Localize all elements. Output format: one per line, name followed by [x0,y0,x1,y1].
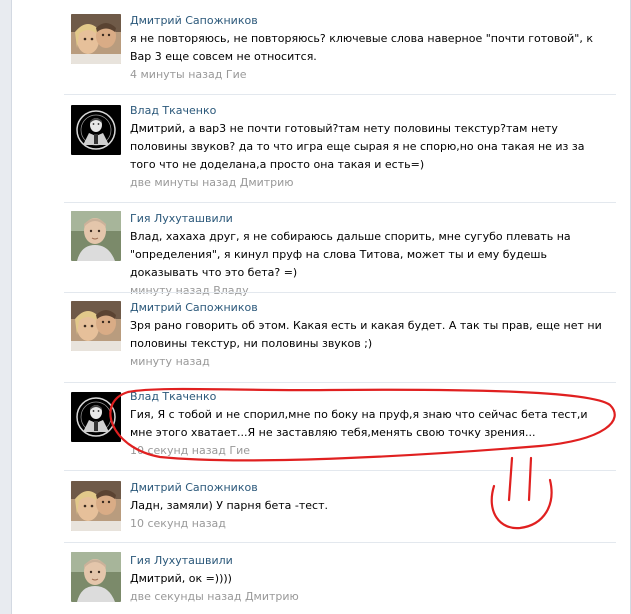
comment-divider [64,470,616,471]
comment-text: Влад, хахаха друг, я не собираюсь дальше… [130,230,571,279]
comment-timestamp[interactable]: 10 секунд назад [130,517,226,530]
comment-divider [64,292,616,293]
comment-author-link[interactable]: Дмитрий Сапожников [130,301,612,315]
comment-item: Дмитрий Сапожников Зря рано говорить об … [64,292,616,380]
comment-reply-to[interactable]: Гие [229,444,250,457]
comment-timestamp[interactable]: две секунды назад [130,590,241,603]
comment-text: Гия, Я с тобой и не спорил,мне по боку н… [130,408,588,439]
comment-meta: две минуты назад Дмитрию [130,176,612,190]
avatar-anonymous-mask[interactable] [71,105,121,155]
comment-author-link[interactable]: Гия Лухуташвили [130,212,612,226]
left-page-edge [0,0,12,614]
comment-timestamp[interactable]: две минуты назад [130,176,236,189]
avatar-man-photo[interactable] [71,211,121,261]
comment-text: Ладн, замяли) У парня бета -тест. [130,499,328,512]
comment-author-link[interactable]: Дмитрий Сапожников [130,481,612,495]
comment-text: Дмитрий, ок =)))) [130,572,232,585]
avatar-man-photo[interactable] [71,552,121,602]
comment-item: Влад Ткаченко Гия, Я с тобой и не спорил… [64,382,616,468]
comment-item: Дмитрий Сапожников Ладн, замяли) У парня… [64,470,616,538]
comment-text: я не повторяюсь, не повторяюсь? ключевые… [130,32,593,63]
comment-reply-to[interactable]: Гие [226,68,247,81]
avatar-couple-photo[interactable] [71,481,121,531]
comment-timestamp[interactable]: 10 секунд назад [130,444,226,457]
comment-meta: минуту назад [130,355,612,369]
comment-author-link[interactable]: Гия Лухуташвили [130,554,612,568]
comment-divider [64,542,616,543]
comment-meta: 10 секунд назад Гие [130,444,612,458]
comment-meta: две секунды назад Дмитрию [130,590,612,604]
comments-page: Дмитрий Сапожников я не повторяюсь, не п… [0,0,631,614]
comment-divider [64,94,616,95]
comment-author-link[interactable]: Влад Ткаченко [130,390,612,404]
comment-divider [64,382,616,383]
comment-text: Дмитрий, а вар3 не почти готовый?там нет… [130,122,585,171]
comment-meta: 4 минуты назад Гие [130,68,612,82]
comment-divider [64,202,616,203]
comment-item: Гия Лухуташвили Дмитрий, ок =)))) две се… [64,542,616,614]
comment-author-link[interactable]: Дмитрий Сапожников [130,14,612,28]
comment-reply-to[interactable]: Дмитрию [240,176,294,189]
comment-author-link[interactable]: Влад Ткаченко [130,104,612,118]
comment-item: Дмитрий Сапожников я не повторяюсь, не п… [64,4,616,92]
avatar-couple-photo[interactable] [71,14,121,64]
comment-timestamp[interactable]: 4 минуты назад [130,68,222,81]
comment-item: Гия Лухуташвили Влад, хахаха друг, я не … [64,202,616,297]
comment-timestamp[interactable]: минуту назад [130,355,210,368]
avatar-anonymous-mask[interactable] [71,392,121,442]
comment-item: Влад Ткаченко Дмитрий, а вар3 не почти г… [64,94,616,200]
comment-meta: 10 секунд назад [130,517,612,531]
avatar-couple-photo[interactable] [71,301,121,351]
comment-text: Зря рано говорить об этом. Какая есть и … [130,319,602,350]
comment-reply-to[interactable]: Дмитрию [245,590,299,603]
